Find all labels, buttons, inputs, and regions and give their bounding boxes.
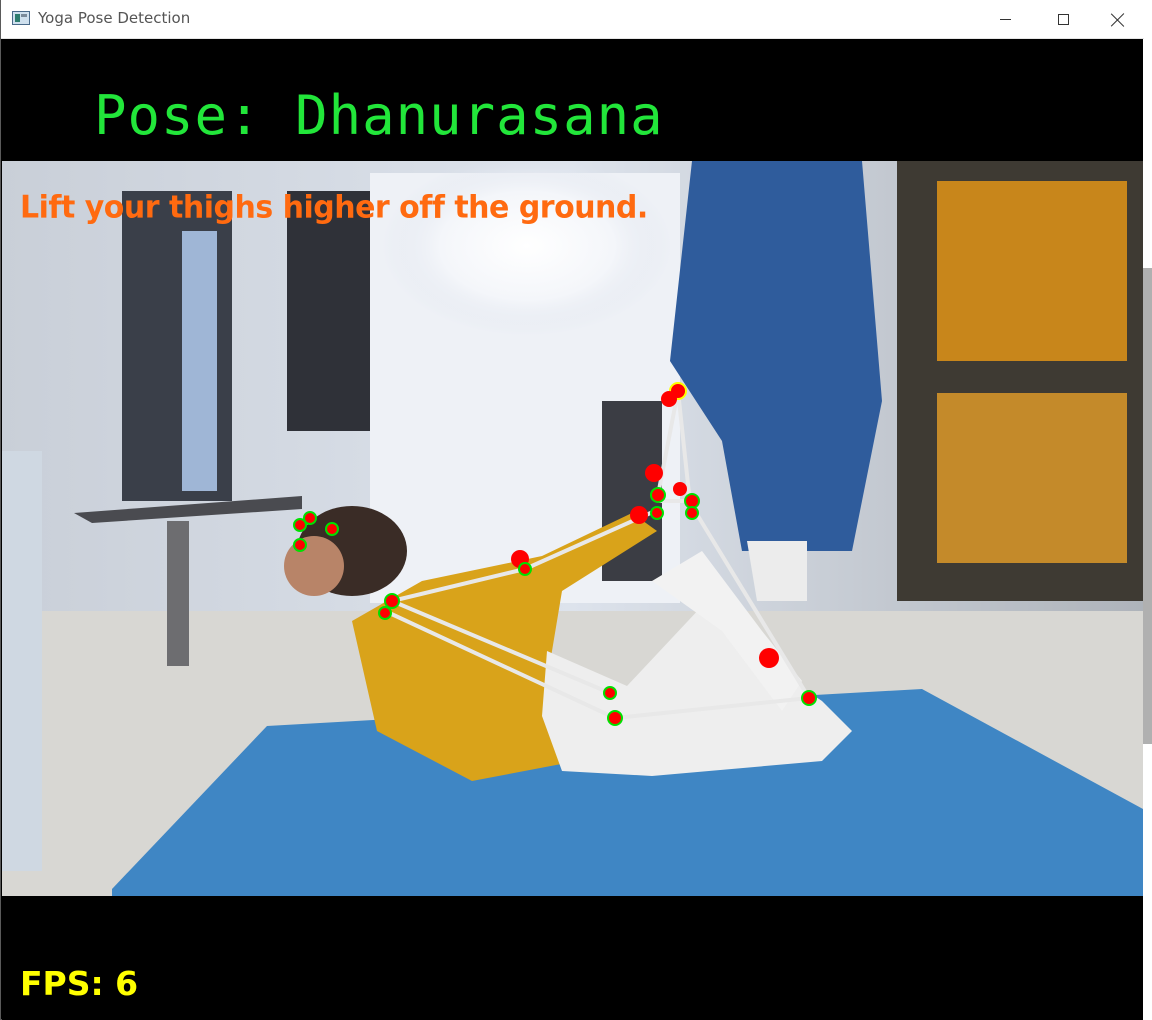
cupboard-panel-top [937, 181, 1127, 361]
landmark-point [293, 538, 307, 552]
landmark-point [684, 493, 700, 509]
landmark-point [673, 482, 687, 496]
cupboard-panel-bottom [937, 393, 1127, 563]
maximize-button[interactable] [1034, 0, 1092, 39]
close-button[interactable] [1092, 0, 1144, 39]
landmark-point [378, 606, 392, 620]
wall-cabinet [287, 191, 382, 431]
lamp-glare [382, 161, 672, 336]
landmark-point [607, 710, 623, 726]
landmark-point [650, 506, 664, 520]
landmark-point [325, 522, 339, 536]
camera-frame [2, 161, 1143, 896]
landmark-point [685, 506, 699, 520]
landmark-point [384, 593, 400, 609]
title-bar[interactable]: Yoga Pose Detection [1, 0, 1144, 39]
left-cabinet [2, 451, 42, 871]
landmark-point [661, 391, 677, 407]
feedback-text: Lift your thighs higher off the ground. [20, 189, 648, 226]
landmark-point [603, 686, 617, 700]
close-icon [1111, 13, 1125, 27]
maximize-icon [1057, 14, 1069, 25]
landmark-point [303, 511, 317, 525]
pose-label: Pose: Dhanurasana [94, 84, 664, 147]
app-window: Yoga Pose Detection Pose: Dhanurasana Li… [0, 0, 1144, 1020]
window-title: Yoga Pose Detection [38, 9, 191, 27]
landmark-point [801, 690, 817, 706]
landmark-point [518, 562, 532, 576]
minimize-button[interactable] [976, 0, 1034, 39]
window-pane [182, 231, 217, 491]
table-leg [167, 521, 189, 666]
landmark-point [630, 506, 648, 524]
background-window-edge [1143, 268, 1152, 744]
fps-counter: FPS: 6 [20, 964, 139, 1003]
landmark-point [759, 648, 779, 668]
video-canvas: Pose: Dhanurasana Lift your thighs highe… [2, 39, 1143, 1020]
app-icon [12, 11, 30, 25]
minimize-icon [999, 19, 1011, 20]
landmark-point [650, 487, 666, 503]
person-legs [747, 541, 807, 601]
landmark-point [645, 464, 663, 482]
